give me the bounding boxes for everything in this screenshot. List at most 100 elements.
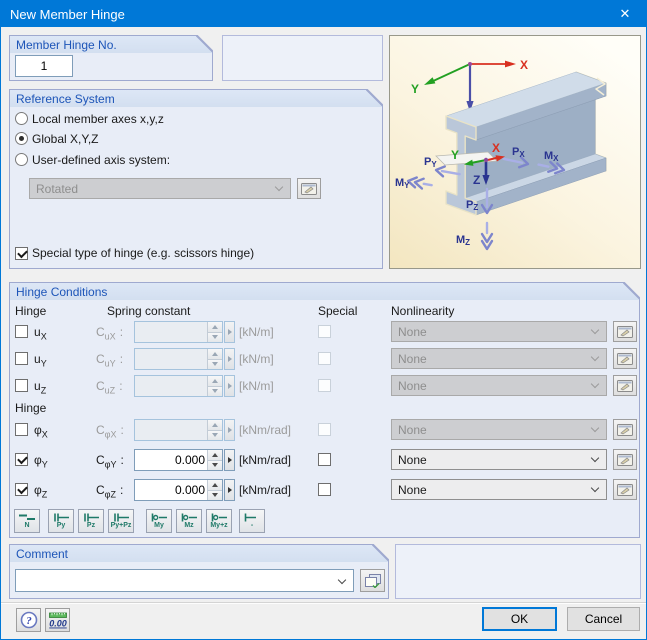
radio-local-axes-label: Local member axes x,y,z (32, 112, 164, 126)
dof-label-phix: φX (34, 423, 48, 440)
hinge-row-phix: φX CφX: [kNm/rad] None (10, 419, 639, 441)
layered-sheets-icon (364, 573, 381, 588)
spin-down-button[interactable] (208, 489, 222, 500)
hinge-checkbox-uy[interactable] (15, 352, 28, 365)
spin-up-button[interactable] (208, 480, 222, 490)
special-checkbox-phiy[interactable] (318, 453, 331, 466)
chevron-down-icon (337, 575, 347, 585)
new-member-hinge-dialog: New Member Hinge ✕ Member Hinge No. Refe… (0, 0, 647, 640)
spring-constant-input-uz (134, 375, 223, 397)
hinge-checkbox-phiz[interactable] (15, 483, 28, 496)
member-hinge-no-input[interactable] (15, 55, 73, 77)
preset-pz-button[interactable]: Pz (78, 509, 104, 533)
edit-nonlinearity-button-phiy[interactable] (613, 449, 637, 470)
preset-normal-hinge-button[interactable]: N (14, 509, 40, 533)
preset-my-mz-button[interactable]: My+z (206, 509, 232, 533)
spin-up-icon (208, 376, 222, 386)
hinge-row-uz: uZ CuZ: [kN/m] None (10, 375, 639, 397)
preset-my-button[interactable]: My (146, 509, 172, 533)
comment-templates-button[interactable] (360, 569, 385, 592)
hinge-conditions-caption: Hinge Conditions (16, 285, 108, 299)
chevron-down-icon (590, 423, 600, 433)
preset-rigid-button[interactable]: - (239, 509, 265, 533)
footer-divider (1, 602, 646, 604)
dof-label-uy: uY (34, 352, 47, 369)
radio-user-defined[interactable] (15, 153, 28, 166)
empty-panel-bottom (395, 544, 641, 599)
column-header-hinge: Hinge (15, 304, 47, 318)
close-button[interactable]: ✕ (604, 1, 646, 27)
picker-arrow-icon (227, 487, 232, 493)
chevron-down-icon (590, 325, 600, 335)
column-header-spring: Spring constant (107, 304, 191, 318)
dof-label-uz: uZ (34, 379, 47, 396)
spring-constant-input-uy (134, 348, 223, 370)
hinge-checkbox-uz[interactable] (15, 379, 28, 392)
nonlinearity-select-phix: None (391, 419, 607, 440)
hinge-row-phiz: φZ CφZ: [kNm/rad] None (10, 479, 639, 501)
spring-constant-input-phiy[interactable] (134, 449, 223, 471)
picker-arrow-icon (227, 427, 232, 433)
dof-label-phiy: φY (34, 453, 48, 470)
edit-dialog-icon (617, 379, 633, 392)
my-arrow-icon (406, 176, 433, 190)
nonlinearity-select-phiy[interactable]: None (391, 449, 607, 470)
unit-label-phiy: [kNm/rad] (239, 453, 292, 467)
spin-down-button[interactable] (208, 459, 222, 470)
edit-nonlinearity-button-phiz[interactable] (613, 479, 637, 500)
value-picker-button (224, 375, 235, 397)
svg-text:X: X (492, 141, 500, 155)
chevron-down-icon (590, 453, 600, 463)
spring-constant-input-phiz[interactable] (134, 479, 223, 501)
unit-label-ux: [kN/m] (239, 325, 274, 339)
radio-global-xyz[interactable] (15, 132, 28, 145)
title-bar: New Member Hinge (1, 1, 646, 27)
radio-local-axes[interactable] (15, 112, 28, 125)
hinge-pz-icon (84, 513, 99, 522)
value-picker-button (224, 321, 235, 343)
spin-up-icon (208, 420, 222, 430)
edit-dialog-icon (617, 453, 633, 466)
close-icon: ✕ (619, 6, 631, 21)
hinge-my-mz-icon (211, 513, 227, 522)
preset-py-pz-button[interactable]: Py+Pz (108, 509, 134, 533)
hinge-checkbox-ux[interactable] (15, 325, 28, 338)
spring-constant-label-uz: CuZ: (96, 379, 123, 396)
value-picker-button[interactable] (224, 479, 235, 501)
chevron-down-icon (274, 182, 284, 192)
spin-up-button[interactable] (208, 450, 222, 460)
spring-constant-label-ux: CuX: (96, 325, 124, 342)
spin-down-icon (208, 358, 222, 369)
hinge-checkbox-phix[interactable] (15, 423, 28, 436)
ok-button[interactable]: OK (482, 607, 557, 631)
value-picker-button[interactable] (224, 449, 235, 471)
special-hinge-checkbox[interactable] (15, 247, 28, 260)
unit-label-phiz: [kNm/rad] (239, 483, 292, 497)
nonlinearity-select-uy: None (391, 348, 607, 369)
comment-group: Comment (9, 544, 389, 599)
hinge-row-ux: uX CuX: [kN/m] None (10, 321, 639, 343)
spring-constant-label-phiy: CφY: (96, 453, 124, 470)
special-hinge-label: Special type of hinge (e.g. scissors hin… (32, 246, 255, 260)
unit-label-phix: [kNm/rad] (239, 423, 292, 437)
help-button[interactable]: ? (16, 608, 41, 632)
py-label: PY (424, 156, 437, 169)
comment-combobox[interactable] (15, 569, 354, 592)
comment-input[interactable] (22, 572, 333, 589)
axis-system-select: Rotated (29, 178, 291, 199)
special-checkbox-phiz[interactable] (318, 483, 331, 496)
help-icon: ? (20, 611, 37, 629)
nonlinearity-select-phiz[interactable]: None (391, 479, 607, 500)
preset-py-button[interactable]: Py (48, 509, 74, 533)
preset-mz-button[interactable]: Mz (176, 509, 202, 533)
cancel-button[interactable]: Cancel (567, 607, 640, 631)
units-settings-button[interactable]: 0.00 (45, 608, 70, 632)
edit-nonlinearity-button-uy (613, 348, 637, 369)
value-picker-button (224, 348, 235, 370)
hinge-checkbox-phiy[interactable] (15, 453, 28, 466)
spring-constant-label-phiz: CφZ: (96, 483, 124, 500)
hinge-diagram-panel: X Y Z (389, 35, 641, 269)
edit-nonlinearity-button-uz (613, 375, 637, 396)
hinge-my-icon (151, 513, 167, 522)
svg-text:Y: Y (451, 148, 459, 162)
